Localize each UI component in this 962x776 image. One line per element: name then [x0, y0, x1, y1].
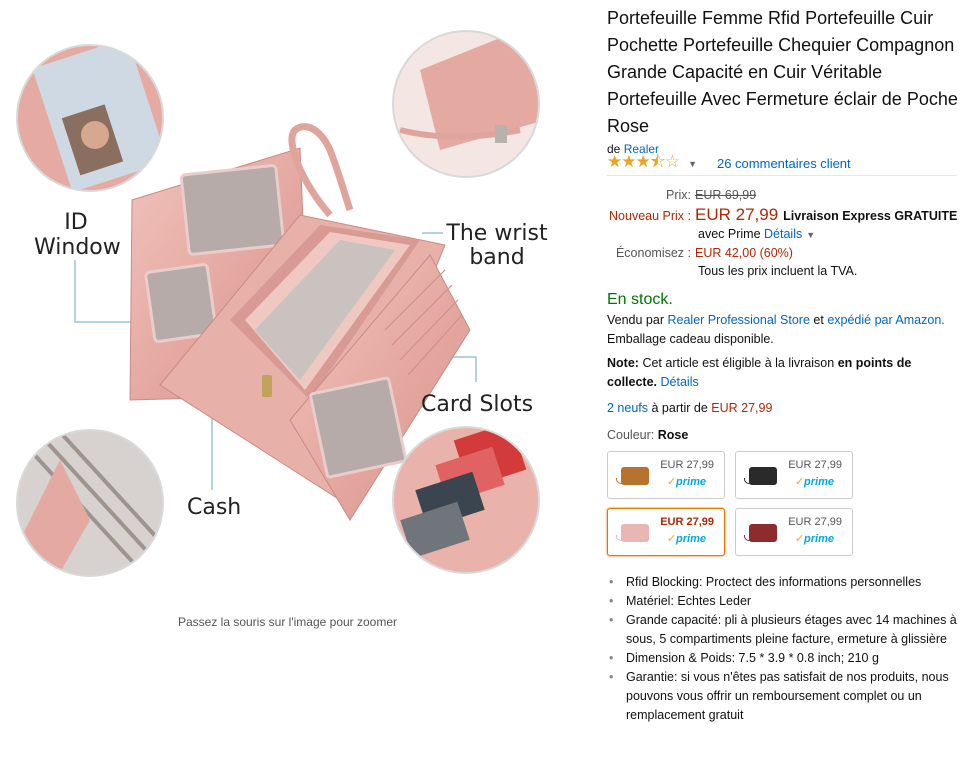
feature-bullet: Matériel: Echtes Leder: [607, 592, 962, 611]
swatch-price: EUR 27,99: [660, 516, 714, 528]
note-details-link[interactable]: Détails: [661, 375, 699, 389]
other-offers: 2 neufs à partir de EUR 27,99: [607, 401, 962, 415]
prime-badge: ✓prime: [666, 533, 706, 545]
gift-wrap-text: Emballage cadeau disponible.: [607, 332, 774, 346]
list-price-row: Prix: EUR 69,99: [607, 188, 962, 202]
rating-stars[interactable]: ★★★⯪☆: [607, 149, 680, 178]
feature-bullet: Dimension & Poids: 7.5 * 3.9 * 0.8 inch;…: [607, 649, 962, 668]
swatch-price: EUR 27,99: [788, 516, 842, 528]
prime-badge: ✓prime: [666, 476, 706, 488]
pickup-note: Note: Cet article est éligible à la livr…: [607, 354, 962, 392]
price-table: Prix: EUR 69,99 Nouveau Prix : EUR 27,99…: [607, 188, 962, 278]
new-price-label: Nouveau Prix :: [609, 209, 691, 223]
prime-text: prime: [676, 533, 706, 545]
swatch-price: EUR 27,99: [660, 459, 714, 471]
chevron-down-icon[interactable]: ▼: [806, 230, 815, 240]
new-price-value: EUR 27,99: [695, 205, 779, 224]
seller-link[interactable]: Realer Professional Store: [667, 313, 809, 327]
callout-id-window: ID Window: [34, 210, 121, 260]
savings-label: Économisez :: [615, 246, 691, 260]
note-text: Cet article est éligible à la livraison: [642, 356, 835, 370]
feature-bullet: Garantie: si vous n'êtes pas satisfait d…: [607, 668, 962, 725]
tax-note: Tous les prix incluent la TVA.: [698, 264, 962, 278]
feature-bullets: Rfid Blocking: Proctect des informations…: [607, 573, 962, 725]
product-title: Portefeuille Femme Rfid Portefeuille Cui…: [607, 8, 958, 136]
rating-line: ★★★⯪☆ ▼ 26 commentaires client: [607, 152, 957, 176]
list-price-value: EUR 69,99: [695, 188, 757, 202]
seller-info: Vendu par Realer Professional Store et e…: [607, 311, 962, 349]
prime-badge: ✓prime: [794, 476, 834, 488]
sold-by-prefix: Vendu par: [607, 313, 664, 327]
product-image-area[interactable]: ID Window The wrist band Card Slots Cash…: [0, 0, 590, 776]
stock-status: En stock.: [607, 291, 673, 308]
prime-text: prime: [804, 533, 834, 545]
and-text: et: [813, 313, 824, 327]
wallet-thumbnail: [621, 524, 649, 542]
feature-bullet: Grande capacité: pli à plusieurs étages …: [607, 611, 962, 649]
zoom-hint: Passez la souris sur l'image pour zoomer: [177, 615, 398, 629]
savings-value: EUR 42,00 (60%): [695, 246, 793, 260]
color-label: Couleur:: [607, 428, 655, 442]
prime-text: prime: [676, 476, 706, 488]
feature-bullet: Rfid Blocking: Proctect des informations…: [607, 573, 962, 592]
color-selected-value: Rose: [657, 428, 689, 442]
list-price-label: Prix:: [666, 188, 691, 202]
wallet-thumbnail: [621, 467, 649, 485]
reviews-link[interactable]: 26 commentaires client: [717, 156, 851, 171]
offers-link[interactable]: 2 neufs: [607, 401, 648, 415]
wallet-thumbnail: [749, 524, 777, 542]
product-info: Portefeuille Femme Rfid Portefeuille Cui…: [607, 0, 962, 725]
wallet-thumbnail: [749, 467, 777, 485]
prime-details-link[interactable]: Détails: [764, 227, 802, 241]
savings-row: Économisez : EUR 42,00 (60%): [607, 246, 962, 260]
shipping-text: Livraison Express GRATUITE: [783, 209, 958, 223]
callout-wrist-band: The wrist band: [446, 221, 548, 270]
callout-card-slots: Card Slots: [421, 392, 534, 417]
prime-row: avec Prime Détails ▼: [698, 227, 962, 241]
prime-prefix: avec Prime: [698, 227, 761, 241]
new-price-row: Nouveau Prix : EUR 27,99 Livraison Expre…: [607, 205, 962, 225]
swatch-price: EUR 27,99: [788, 459, 842, 471]
color-swatch-rose[interactable]: EUR 27,99 ✓prime: [607, 508, 725, 556]
shipped-by-link[interactable]: expédié par Amazon.: [827, 313, 944, 327]
callout-cash: Cash: [187, 495, 242, 520]
prime-badge: ✓prime: [794, 533, 834, 545]
color-selector-label: Couleur: Rose: [607, 428, 962, 442]
color-swatches: EUR 27,99 ✓prime EUR 27,99 ✓prime EUR 27…: [607, 451, 962, 556]
color-swatch-red[interactable]: EUR 27,99 ✓prime: [735, 508, 853, 556]
color-swatch-black[interactable]: EUR 27,99 ✓prime: [735, 451, 853, 499]
offers-price: EUR 27,99: [711, 401, 773, 415]
product-image[interactable]: [0, 0, 590, 600]
chevron-down-icon[interactable]: ▼: [688, 159, 697, 169]
tax-note-text: Tous les prix incluent la TVA.: [698, 264, 858, 278]
offers-from: à partir de: [651, 401, 708, 415]
prime-text: prime: [804, 476, 834, 488]
note-label: Note:: [607, 356, 639, 370]
color-swatch-brown[interactable]: EUR 27,99 ✓prime: [607, 451, 725, 499]
